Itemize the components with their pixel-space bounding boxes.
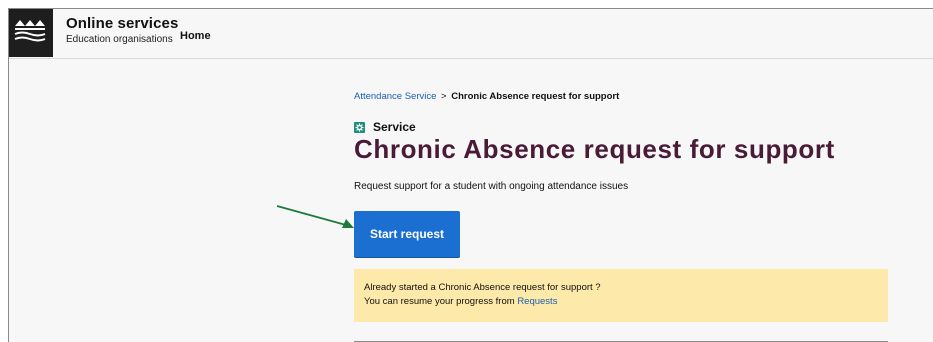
- breadcrumb-link-attendance-service[interactable]: Attendance Service: [354, 91, 436, 102]
- arrow-right-icon: [276, 205, 354, 228]
- nav-home-link[interactable]: Home: [180, 30, 211, 42]
- breadcrumb: Attendance Service > Chronic Absence req…: [354, 91, 619, 102]
- resume-notice: Already started a Chronic Absence reques…: [354, 269, 888, 322]
- service-tag: Service: [354, 120, 416, 134]
- requests-link[interactable]: Requests: [517, 296, 557, 307]
- top-navigation-bar: Online services Education organisations …: [9, 9, 933, 59]
- app-window: Online services Education organisations …: [8, 8, 933, 342]
- waves-logo-icon[interactable]: [9, 9, 53, 57]
- breadcrumb-current: Chronic Absence request for support: [451, 91, 620, 102]
- service-tag-label: Service: [373, 120, 416, 134]
- brand-subtitle: Education organisations: [66, 34, 173, 45]
- notice-line-1: Already started a Chronic Absence reques…: [364, 282, 601, 293]
- notice-line-2-text: You can resume your progress from: [364, 296, 518, 307]
- page-title: Chronic Absence request for support: [354, 134, 835, 164]
- gear-icon: [354, 121, 365, 133]
- brand-title[interactable]: Online services: [66, 15, 178, 32]
- notice-line-2: You can resume your progress from Reques…: [364, 295, 878, 309]
- start-request-button[interactable]: Start request: [354, 211, 460, 257]
- breadcrumb-separator: >: [441, 91, 447, 102]
- page-description: Request support for a student with ongoi…: [354, 181, 629, 192]
